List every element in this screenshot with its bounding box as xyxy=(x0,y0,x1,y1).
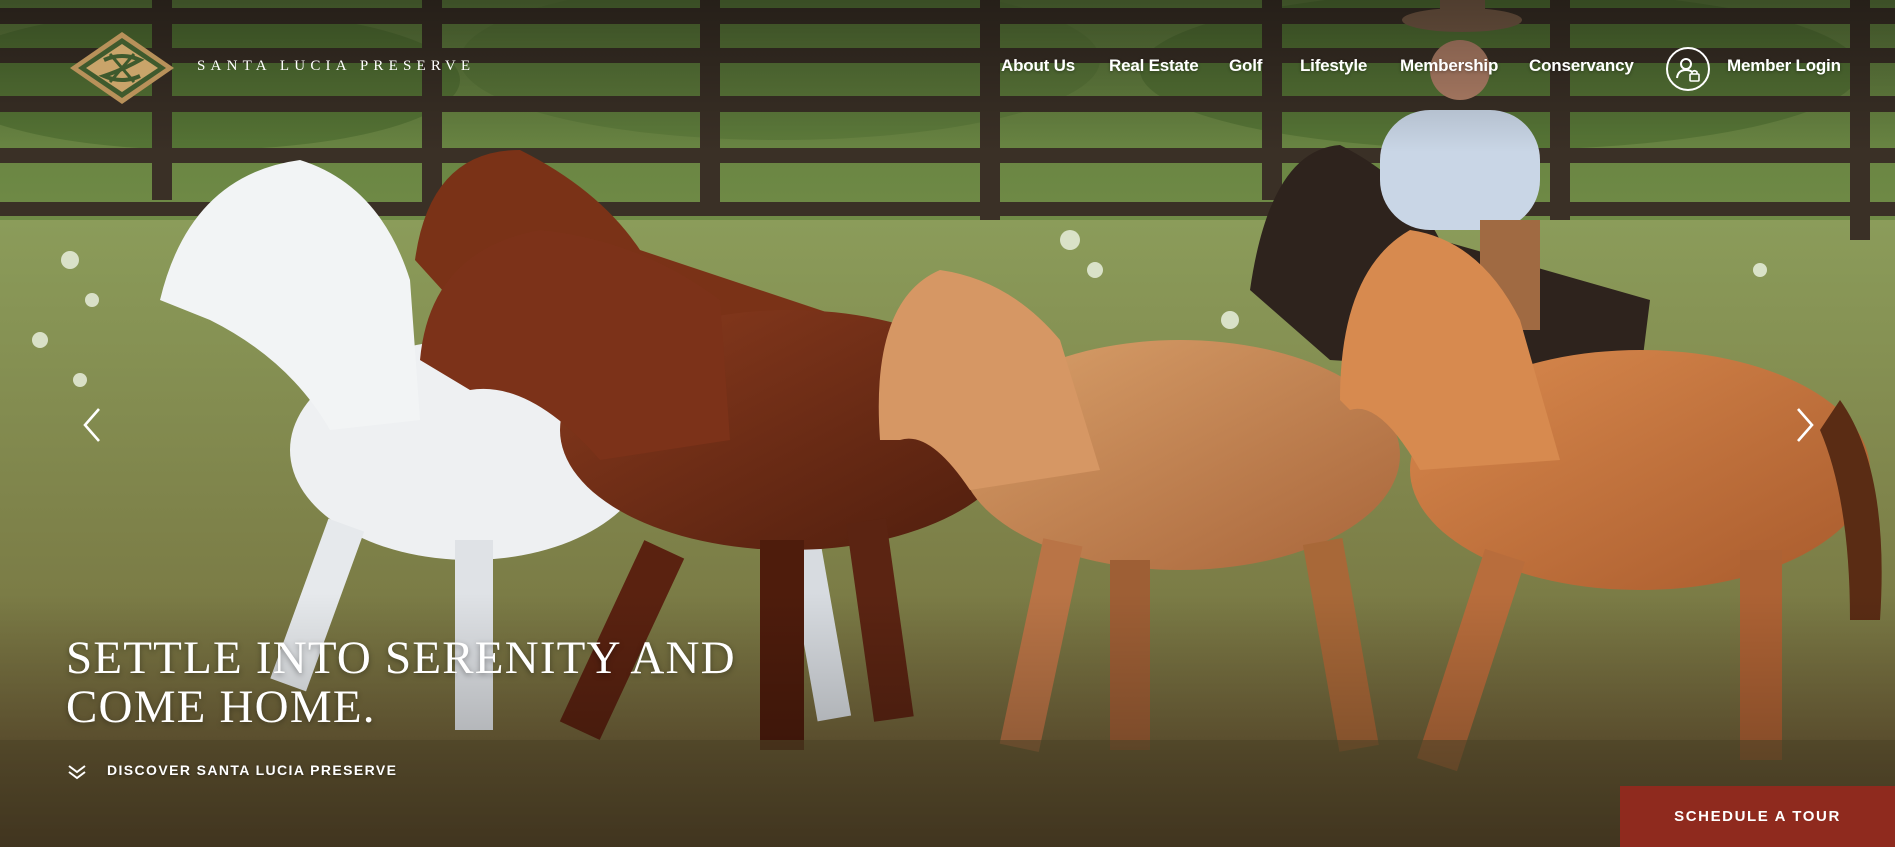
nav-item-golf[interactable]: Golf xyxy=(1229,56,1262,76)
double-chevron-down-icon xyxy=(66,763,88,781)
nav-item-real-estate[interactable]: Real Estate xyxy=(1109,56,1199,76)
user-lock-icon[interactable] xyxy=(1666,47,1710,91)
brand-wordmark[interactable]: SANTA LUCIA PRESERVE xyxy=(197,58,475,75)
hero-section: SANTA LUCIA PRESERVE About Us Real Estat… xyxy=(0,0,1895,847)
member-login-link[interactable]: Member Login xyxy=(1727,56,1841,76)
site-header: SANTA LUCIA PRESERVE About Us Real Estat… xyxy=(0,0,1895,140)
chevron-left-icon[interactable] xyxy=(77,405,107,445)
diamond-knot-emblem-icon[interactable] xyxy=(66,30,178,106)
hero-headline-line-2: COME HOME. xyxy=(66,681,376,733)
nav-item-membership[interactable]: Membership xyxy=(1400,56,1498,76)
chevron-right-icon[interactable] xyxy=(1790,405,1820,445)
hero-headline-line-1: SETTLE INTO SERENITY AND xyxy=(66,632,736,684)
nav-item-conservancy[interactable]: Conservancy xyxy=(1529,56,1634,76)
nav-item-lifestyle[interactable]: Lifestyle xyxy=(1300,56,1367,76)
discover-label: DISCOVER SANTA LUCIA PRESERVE xyxy=(107,762,398,778)
schedule-tour-button[interactable]: SCHEDULE A TOUR xyxy=(1620,786,1895,847)
hero-headline: SETTLE INTO SERENITY AND COME HOME. xyxy=(66,634,786,732)
nav-item-about-us[interactable]: About Us xyxy=(1001,56,1075,76)
